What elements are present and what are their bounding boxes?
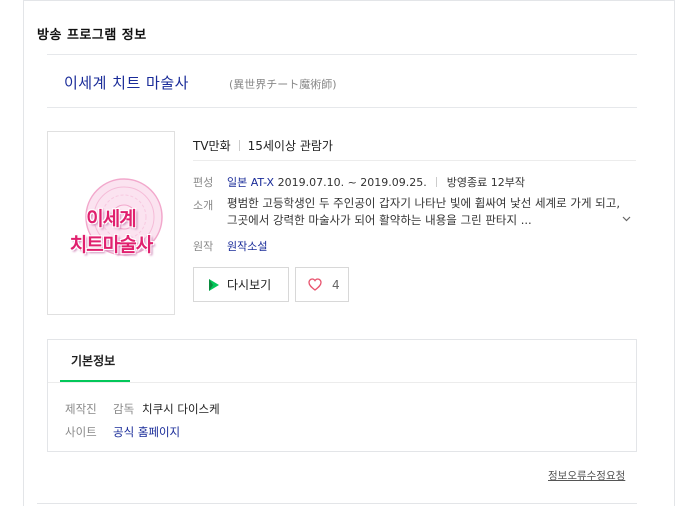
panel-border-left	[23, 0, 24, 506]
divider	[238, 140, 240, 151]
like-button[interactable]: 4	[295, 267, 349, 302]
play-icon	[209, 278, 219, 291]
report-error-link[interactable]: 정보오류수정요청	[548, 468, 625, 483]
replay-button[interactable]: 다시보기	[193, 267, 289, 302]
panel-border-right	[674, 0, 675, 506]
program-title-bar: 이세계 치트 마술사 (異世界チート魔術師)	[47, 54, 637, 108]
official-site-link[interactable]: 공식 홈페이지	[113, 424, 180, 440]
program-title[interactable]: 이세계 치트 마술사	[64, 72, 189, 93]
original-label: 원작	[193, 240, 214, 253]
replay-label: 다시보기	[227, 278, 272, 292]
synopsis-label: 소개	[193, 199, 214, 212]
like-count: 4	[332, 277, 340, 292]
director-value: 치쿠시 다이스케	[142, 402, 220, 416]
country-link[interactable]: 일본	[227, 176, 247, 189]
tab-basic-info[interactable]: 기본정보	[71, 352, 115, 369]
section-title: 방송 프로그램 정보	[37, 28, 147, 43]
schedule-label: 편성	[193, 176, 214, 189]
genre-rating-row: TV만화 15세이상 관람가	[193, 137, 333, 154]
program-original-title: (異世界チート魔術師)	[229, 78, 337, 91]
divider	[436, 177, 438, 187]
bottom-divider	[37, 503, 637, 504]
basic-info-panel: 기본정보 제작진 감독 치쿠시 다이스케 사이트 공식 홈페이지	[47, 339, 637, 452]
program-poster[interactable]: 이세계 치트마술사	[47, 131, 175, 315]
synopsis-text: 평범한 고등학생인 두 주인공이 갑자기 나타난 빛에 휩싸여 낯선 세계로 가…	[227, 196, 621, 227]
tab-divider	[48, 382, 636, 383]
info-divider	[193, 160, 636, 161]
broadcast-period: 2019.07.10. ~ 2019.09.25.	[277, 176, 427, 189]
original-link[interactable]: 원작소설	[227, 238, 267, 254]
genre: TV만화	[193, 139, 231, 153]
site-label: 사이트	[65, 425, 97, 439]
schedule-value: 일본 AT-X 2019.07.10. ~ 2019.09.25. 방영종료 1…	[227, 174, 525, 190]
poster-title-line1: 이세계	[86, 208, 136, 230]
panel-border-top	[23, 0, 675, 1]
channel-link[interactable]: AT-X	[251, 176, 274, 189]
production-label: 제작진	[65, 402, 97, 416]
chevron-down-icon[interactable]	[622, 214, 631, 225]
broadcast-status: 방영종료 12부작	[446, 176, 525, 189]
poster-title-line2: 치트마술사	[69, 234, 153, 256]
heart-icon	[308, 278, 322, 291]
director-label: 감독	[113, 402, 135, 416]
rating: 15세이상 관람가	[247, 139, 333, 153]
